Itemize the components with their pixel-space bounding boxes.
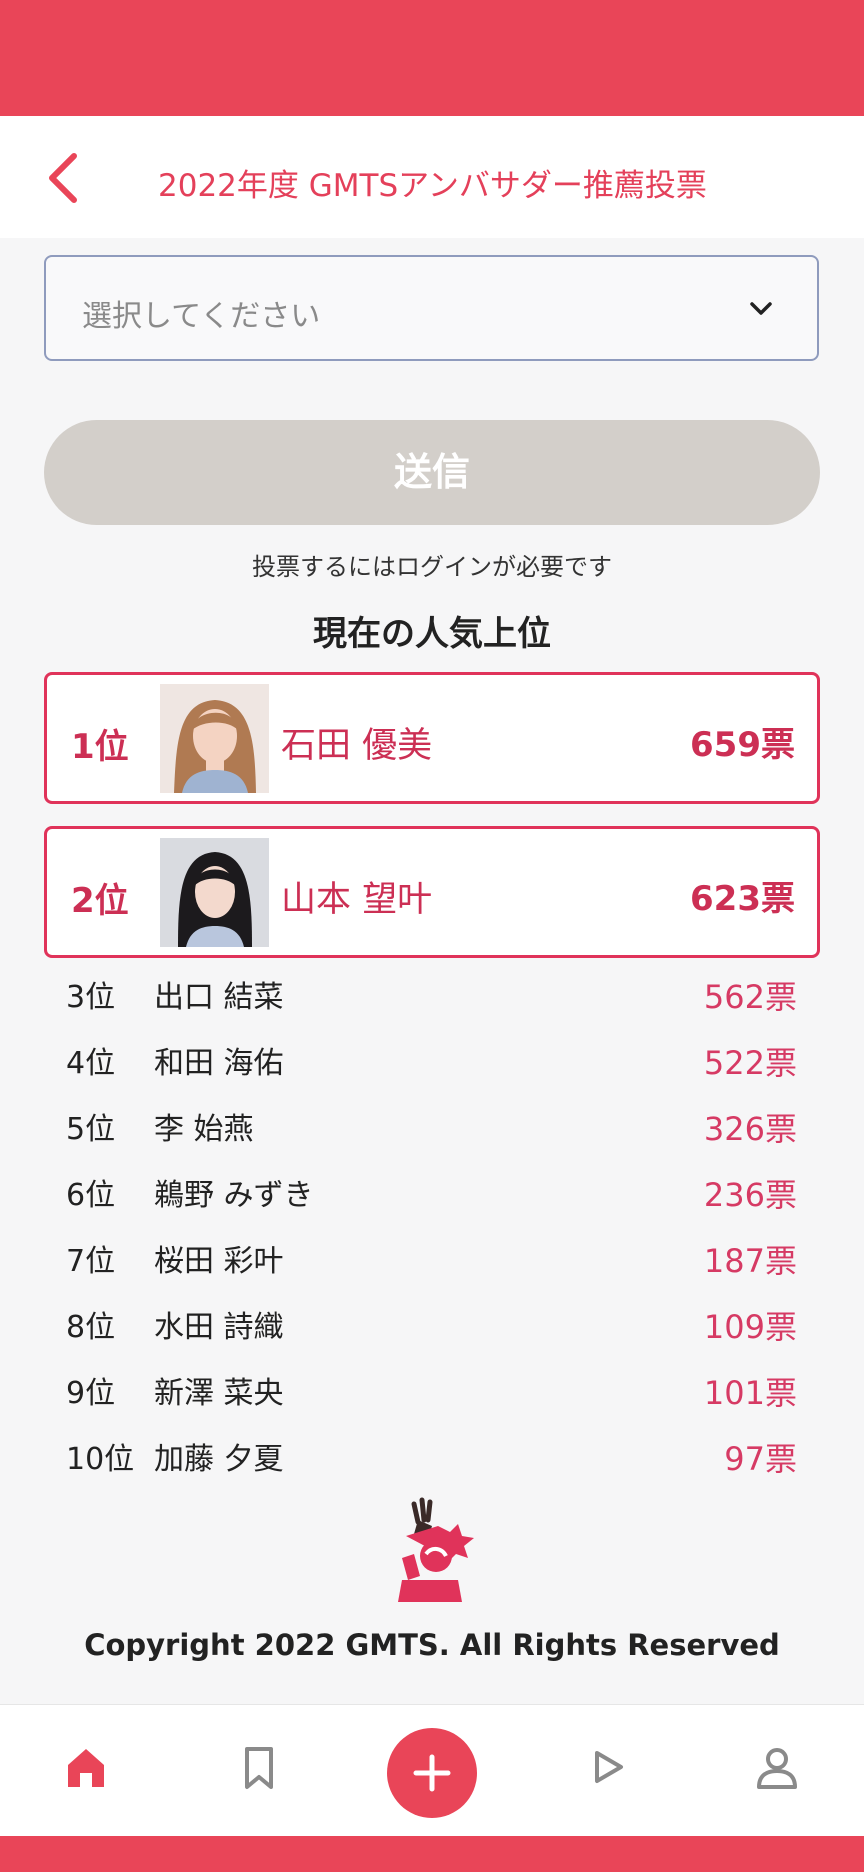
ranking-row[interactable]: 10位 加藤 夕夏 97票: [0, 1420, 864, 1486]
avatar: [160, 684, 269, 793]
login-required-note: 投票するにはログインが必要です: [252, 553, 612, 581]
submit-button[interactable]: 送信: [44, 420, 820, 525]
candidate-name: 鵜野 みずき: [154, 1178, 314, 1213]
ranking-row[interactable]: 3位 出口 結菜 562票: [0, 958, 864, 1024]
ranking-row[interactable]: 7位 桜田 彩叶 187票: [0, 1222, 864, 1288]
ranking-card-1[interactable]: 1位 石田 優美 659票: [44, 672, 820, 804]
vote-count: 562票: [703, 978, 797, 1016]
home-icon: [68, 1749, 104, 1787]
candidate-name: 水田 詩織: [154, 1310, 284, 1345]
bottom-tab-bar: [0, 1704, 864, 1837]
candidate-name: 出口 結菜: [154, 980, 284, 1015]
play-icon: [595, 1751, 623, 1783]
rank-label: 10位: [66, 1442, 135, 1477]
chevron-down-icon: [750, 302, 772, 315]
ranking-row[interactable]: 8位 水田 詩織 109票: [0, 1288, 864, 1354]
chevron-left-icon: [49, 153, 77, 203]
ranking-row[interactable]: 5位 李 始燕 326票: [0, 1090, 864, 1156]
vote-count: 101票: [703, 1374, 797, 1412]
candidate-name: 加藤 夕夏: [154, 1442, 284, 1477]
vote-count: 109票: [703, 1308, 797, 1346]
plus-icon: [413, 1754, 451, 1792]
system-nav-bar: [0, 1836, 864, 1872]
rank-label: 3位: [66, 980, 116, 1015]
tab-bookmark[interactable]: [235, 1743, 283, 1791]
ranking-row[interactable]: 6位 鵜野 みずき 236票: [0, 1156, 864, 1222]
vote-count: 187票: [703, 1242, 797, 1280]
candidate-name: 山本 望叶: [281, 880, 433, 920]
rank-label: 5位: [66, 1112, 116, 1147]
candidate-name: 桜田 彩叶: [154, 1244, 284, 1279]
rank-label: 4位: [66, 1046, 116, 1081]
ranking-list: 3位 出口 結菜 562票 4位 和田 海佑 522票 5位 李 始燕 326票…: [0, 958, 864, 1486]
ranking-card-2[interactable]: 2位 山本 望叶 623票: [44, 826, 820, 958]
candidate-name: 李 始燕: [154, 1112, 254, 1147]
select-placeholder: 選択してください: [82, 299, 321, 334]
user-icon: [757, 1748, 797, 1789]
status-bar: [0, 0, 864, 116]
tab-home[interactable]: [62, 1743, 110, 1791]
bookmark-icon: [245, 1747, 273, 1789]
rank-label: 1位: [71, 727, 129, 767]
tab-profile[interactable]: [753, 1743, 801, 1791]
vote-count: 659票: [690, 725, 795, 765]
gmts-logo: [388, 1496, 476, 1602]
rank-label: 7位: [66, 1244, 116, 1279]
back-button[interactable]: [42, 152, 94, 204]
app-header: 2022年度 GMTSアンバサダー推薦投票: [0, 116, 864, 238]
candidate-select[interactable]: 選択してください: [44, 255, 819, 361]
vote-count: 326票: [703, 1110, 797, 1148]
vote-count: 236票: [703, 1176, 797, 1214]
ranking-row[interactable]: 9位 新澤 菜央 101票: [0, 1354, 864, 1420]
ranking-row[interactable]: 4位 和田 海佑 522票: [0, 1024, 864, 1090]
add-button[interactable]: [387, 1728, 477, 1818]
vote-count: 97票: [724, 1440, 797, 1478]
rank-label: 6位: [66, 1178, 116, 1213]
ranking-title: 現在の人気上位: [313, 614, 551, 654]
candidate-name: 新澤 菜央: [154, 1376, 284, 1411]
vote-count: 522票: [703, 1044, 797, 1082]
candidate-name: 石田 優美: [281, 726, 433, 766]
avatar: [160, 838, 269, 947]
vote-count: 623票: [690, 879, 795, 919]
rank-label: 9位: [66, 1376, 116, 1411]
rank-label: 8位: [66, 1310, 116, 1345]
candidate-name: 和田 海佑: [154, 1046, 284, 1081]
tab-video[interactable]: [583, 1743, 631, 1791]
rank-label: 2位: [71, 881, 129, 921]
page-title: 2022年度 GMTSアンバサダー推薦投票: [158, 168, 707, 204]
copyright-text: Copyright 2022 GMTS. All Rights Reserved: [84, 1628, 780, 1662]
